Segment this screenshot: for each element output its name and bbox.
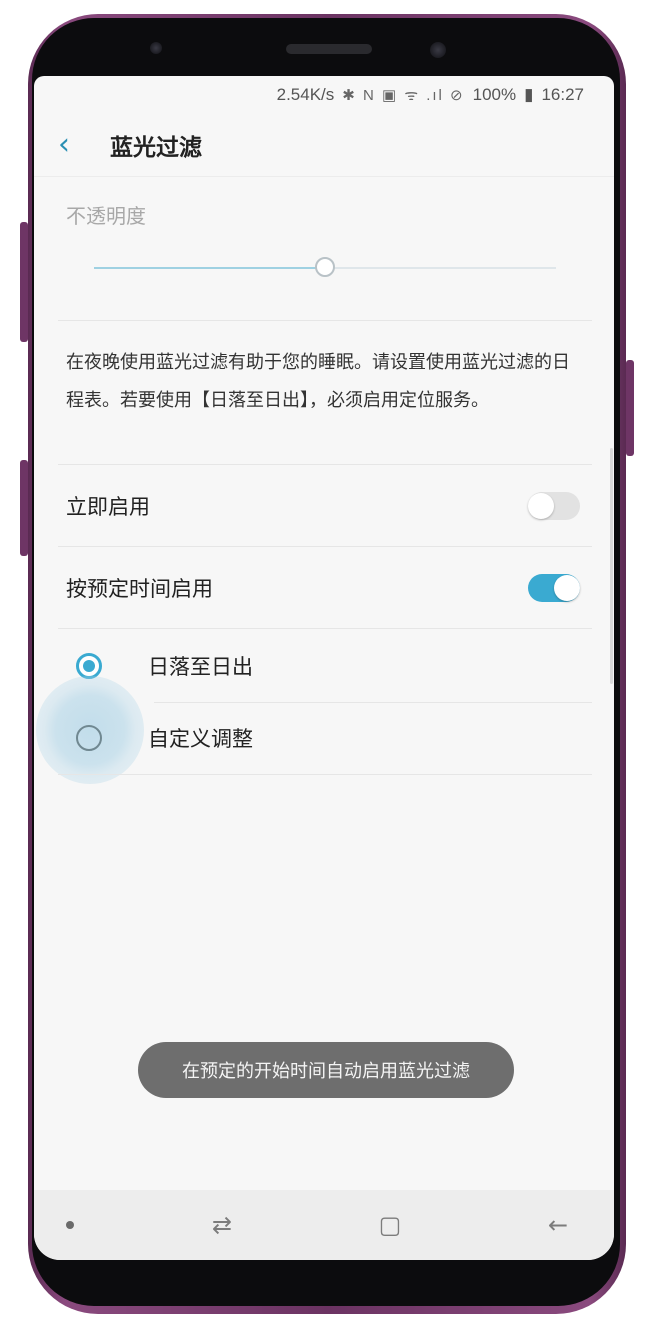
status-bar: 2.54K/s ✱ N ▣ ᯤ .ıl ⊘ 100% ▮ 16:27 <box>34 76 614 114</box>
divider <box>58 546 592 547</box>
recent-apps-icon[interactable]: ⇄ <box>202 1211 242 1239</box>
navigation-bar: ⇄ ▢ ← <box>34 1190 614 1260</box>
status-icons: ✱ N ▣ ᯤ .ıl ⊘ <box>342 87 465 104</box>
net-speed: 2.54K/s <box>276 85 335 104</box>
divider <box>58 320 592 321</box>
nav-dot-icon[interactable] <box>66 1221 74 1229</box>
toggle-knob <box>528 493 554 519</box>
radio-button[interactable] <box>76 725 102 751</box>
description-text: 在夜晚使用蓝光过滤有助于您的睡眠。请设置使用蓝光过滤的日程表。若要使用【日落至日… <box>66 352 570 411</box>
front-camera-icon <box>430 42 446 58</box>
bixby-button <box>20 222 28 342</box>
scheduled-label: 按预定时间启用 <box>66 577 213 601</box>
option-custom-schedule[interactable]: 自定义调整 <box>34 702 614 774</box>
enable-now-toggle[interactable] <box>528 492 580 520</box>
toggle-knob <box>554 575 580 601</box>
divider <box>58 628 592 629</box>
page-title: 蓝光过滤 <box>110 135 202 161</box>
sensor-icon <box>150 42 162 54</box>
option-label: 日落至日出 <box>148 655 253 679</box>
opacity-slider[interactable] <box>94 256 556 280</box>
enable-now-label: 立即启用 <box>66 495 150 519</box>
divider <box>58 774 592 775</box>
volume-button <box>20 460 28 556</box>
earpiece <box>286 44 372 54</box>
enable-now-row[interactable]: 立即启用 <box>34 466 614 546</box>
scheduled-row[interactable]: 按预定时间启用 <box>34 548 614 628</box>
battery-level: 100% <box>472 85 517 104</box>
power-button <box>626 360 634 456</box>
app-header: ‹ 蓝光过滤 <box>34 114 614 177</box>
clock: 16:27 <box>541 85 584 104</box>
divider <box>58 464 592 465</box>
slider-thumb[interactable] <box>315 257 335 277</box>
scheduled-toggle[interactable] <box>528 574 580 602</box>
option-label: 自定义调整 <box>148 727 253 751</box>
home-icon[interactable]: ▢ <box>370 1211 410 1239</box>
screen: 2.54K/s ✱ N ▣ ᯤ .ıl ⊘ 100% ▮ 16:27 ‹ 蓝光过… <box>34 76 614 1260</box>
back-arrow-icon[interactable]: ← <box>538 1211 578 1239</box>
battery-icon: ▮ <box>524 85 534 104</box>
opacity-label: 不透明度 <box>66 204 146 228</box>
scrollbar[interactable] <box>610 448 613 684</box>
slider-fill <box>94 267 325 269</box>
toast-message: 在预定的开始时间自动启用蓝光过滤 <box>138 1042 514 1098</box>
chevron-left-icon[interactable]: ‹ <box>58 130 98 160</box>
